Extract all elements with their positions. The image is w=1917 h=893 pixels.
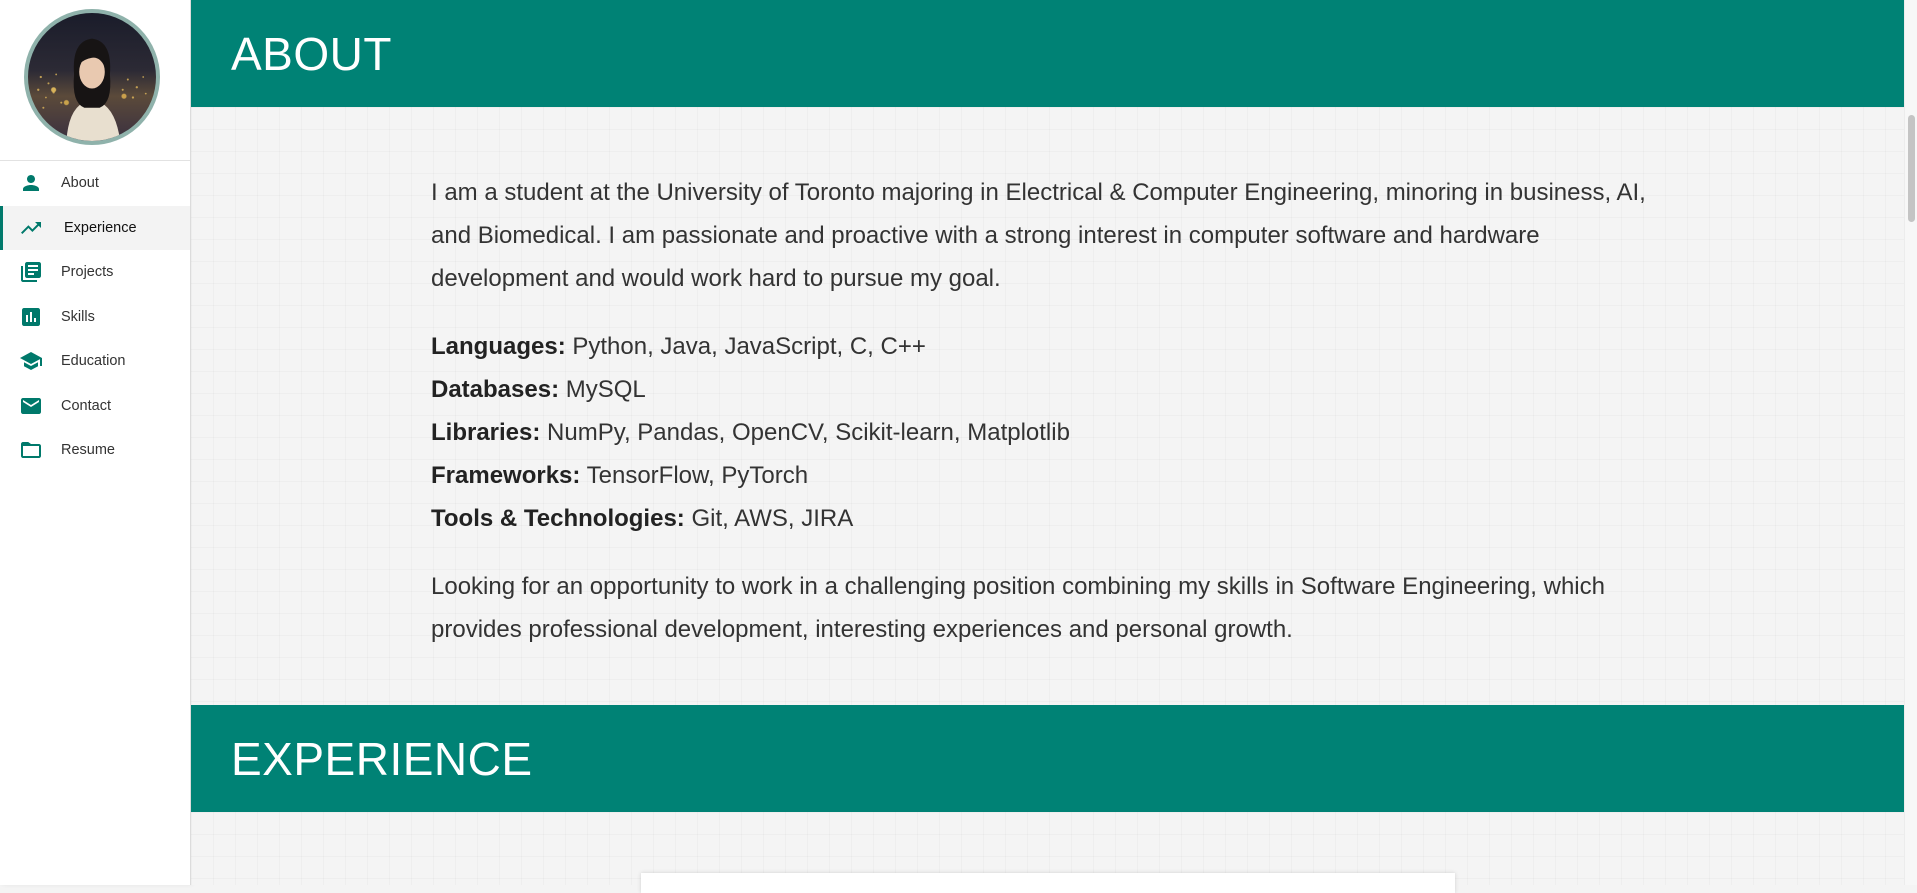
sidebar-item-label: About [61, 175, 99, 192]
sidebar-item-education[interactable]: Education [0, 339, 190, 384]
scrollbar-thumb[interactable] [1908, 115, 1915, 222]
scrollbar[interactable] [1904, 0, 1917, 885]
sidebar-item-skills[interactable]: Skills [0, 295, 190, 340]
sidebar-item-label: Skills [61, 308, 95, 325]
about-body: I am a student at the University of Toro… [191, 107, 1905, 705]
about-closing: Looking for an opportunity to work in a … [431, 573, 1605, 643]
section-title: EXPERIENCE [231, 732, 533, 785]
sidebar-item-label: Resume [61, 442, 115, 459]
skill-line-languages: Languages: Python, Java, JavaScript, C, … [431, 333, 926, 360]
person-icon [18, 170, 44, 196]
school-icon [18, 348, 44, 374]
sidebar-item-projects[interactable]: Projects [0, 250, 190, 295]
folder-icon [18, 437, 44, 463]
trending-up-icon [18, 215, 44, 241]
sidebar-item-label: Projects [61, 264, 114, 281]
sidebar-item-label: Experience [64, 219, 137, 236]
main-content: ABOUT I am a student at the University o… [191, 0, 1905, 893]
sidebar: About Experience Projects Skills Educati… [0, 0, 191, 885]
about-header: ABOUT [191, 0, 1905, 107]
bar-chart-icon [18, 304, 44, 330]
sidebar-item-resume[interactable]: Resume [0, 428, 190, 473]
about-section: ABOUT I am a student at the University o… [191, 0, 1905, 705]
section-title: ABOUT [231, 27, 392, 80]
experience-body [191, 812, 1905, 893]
sidebar-item-contact[interactable]: Contact [0, 384, 190, 429]
about-intro: I am a student at the University of Toro… [431, 179, 1646, 292]
experience-header: EXPERIENCE [191, 705, 1905, 812]
sidebar-item-experience[interactable]: Experience [0, 205, 190, 250]
skill-line-libraries: Libraries: NumPy, Pandas, OpenCV, Scikit… [431, 419, 1070, 446]
library-books-icon [18, 259, 44, 285]
experience-section: EXPERIENCE [191, 705, 1905, 893]
skill-line-tools: Tools & Technologies: Git, AWS, JIRA [431, 505, 854, 532]
sidebar-item-about[interactable]: About [0, 161, 190, 206]
avatar [24, 9, 160, 145]
skill-line-frameworks: Frameworks: TensorFlow, PyTorch [431, 462, 809, 489]
skill-line-databases: Databases: MySQL [431, 376, 646, 403]
experience-card [641, 873, 1455, 893]
mail-icon [18, 393, 44, 419]
sidebar-nav: About Experience Projects Skills Educati… [0, 161, 190, 473]
profile-header [0, 0, 190, 161]
sidebar-item-label: Education [61, 353, 126, 370]
sidebar-item-label: Contact [61, 397, 111, 414]
skills-list: Languages: Python, Java, JavaScript, C, … [431, 325, 1656, 540]
